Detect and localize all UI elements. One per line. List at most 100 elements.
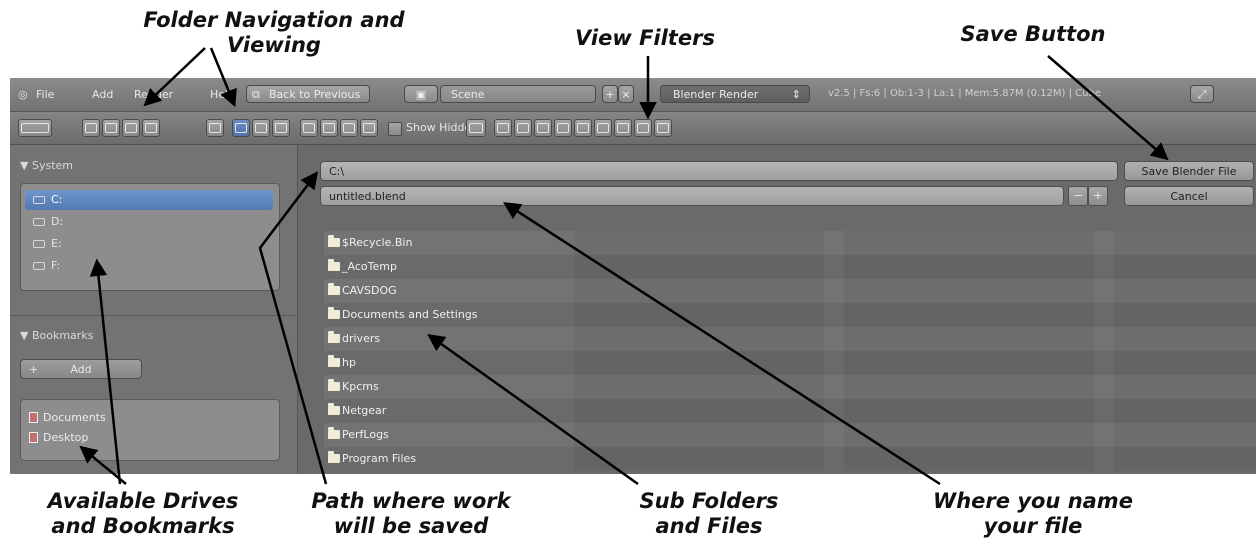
annotation-name-file: Where you name your file: [903, 489, 1163, 539]
sort-name-button[interactable]: [300, 119, 318, 137]
bookmark-item[interactable]: Desktop: [29, 428, 88, 448]
back-label: Back to Previous: [269, 88, 361, 101]
drive-item[interactable]: C:: [25, 190, 273, 210]
file-name: Kpcms: [342, 380, 379, 393]
bookmark-icon: [29, 432, 38, 443]
scene-type-button[interactable]: ▣: [404, 85, 438, 103]
display-list-button[interactable]: [232, 119, 250, 137]
annotation-line: and Bookmarks: [51, 514, 235, 538]
back-to-previous-button[interactable]: ⧉ Back to Previous: [246, 85, 370, 103]
nav-back-button[interactable]: [82, 119, 100, 137]
scene-name: Scene: [451, 88, 485, 101]
file-row[interactable]: drivers: [324, 327, 1256, 351]
decrement-filename-button[interactable]: −: [1068, 186, 1088, 206]
annotation-line: Sub Folders: [639, 489, 779, 513]
bookmark-item[interactable]: Documents: [29, 408, 106, 428]
nav-forward-button[interactable]: [102, 119, 120, 137]
filter-blend-button[interactable]: [514, 119, 532, 137]
annotation-line: Path where work: [311, 489, 511, 513]
editor-type-button[interactable]: [18, 119, 52, 137]
file-row[interactable]: Documents and Settings: [324, 303, 1256, 327]
annotation-line: and Files: [655, 514, 763, 538]
bookmarks-header[interactable]: ▼ Bookmarks: [20, 329, 93, 342]
filter-folders-button[interactable]: [494, 119, 512, 137]
file-row[interactable]: Kpcms: [324, 375, 1256, 399]
sort-size-button[interactable]: [360, 119, 378, 137]
cancel-button[interactable]: Cancel: [1124, 186, 1254, 206]
annotation-view-filters: View Filters: [545, 26, 745, 51]
show-hidden-checkbox[interactable]: [388, 122, 402, 136]
drive-item[interactable]: D:: [25, 212, 273, 232]
file-row[interactable]: PerfLogs: [324, 423, 1256, 447]
scene-add-button[interactable]: +: [602, 85, 618, 103]
annotation-save-button: Save Button: [918, 22, 1148, 47]
drive-label: D:: [51, 215, 64, 228]
annotation-line: your file: [983, 514, 1083, 538]
blender-icon[interactable]: ◎: [18, 88, 28, 101]
annotation-line: Save Button: [960, 22, 1106, 46]
filter-toggle-button[interactable]: [466, 119, 486, 137]
path-field[interactable]: C:\: [320, 161, 1118, 181]
refresh-button[interactable]: [142, 119, 160, 137]
back-icon: ⧉: [252, 88, 260, 101]
window-fullscreen-button[interactable]: ⤢: [1190, 85, 1214, 103]
drive-icon: [33, 240, 45, 248]
add-bookmark-button[interactable]: + Add: [20, 359, 142, 379]
filter-sounds-button[interactable]: [614, 119, 632, 137]
filter-movies-button[interactable]: [554, 119, 572, 137]
render-engine-select[interactable]: Blender Render ⇕: [660, 85, 810, 103]
menu-render[interactable]: Render: [134, 88, 173, 101]
save-blender-file-button[interactable]: Save Blender File: [1124, 161, 1254, 181]
display-details-button[interactable]: [252, 119, 270, 137]
drive-label: E:: [51, 237, 62, 250]
filter-other-button[interactable]: [654, 119, 672, 137]
header-bar: ◎ File Add Render Help ⧉ Back to Previou…: [10, 78, 1256, 112]
filter-fonts-button[interactable]: [594, 119, 612, 137]
drive-label: F:: [51, 259, 61, 272]
drive-item[interactable]: F:: [25, 256, 273, 276]
toolbar: Show Hidden: [10, 112, 1256, 145]
file-row[interactable]: _AcoTemp: [324, 255, 1256, 279]
file-row[interactable]: Program Files: [324, 447, 1256, 471]
filename-field[interactable]: untitled.blend: [320, 186, 1064, 206]
folder-icon: [328, 259, 340, 271]
increment-filename-button[interactable]: +: [1088, 186, 1108, 206]
folder-icon: [328, 451, 340, 463]
sort-ext-button[interactable]: [320, 119, 338, 137]
file-row[interactable]: $Recycle.Bin: [324, 231, 1256, 255]
file-row[interactable]: CAVSDOG: [324, 279, 1256, 303]
file-name: hp: [342, 356, 356, 369]
annotation-drives: Available Drives and Bookmarks: [18, 489, 268, 539]
add-icon: +: [29, 363, 39, 376]
file-name: $Recycle.Bin: [342, 236, 413, 249]
menu-add[interactable]: Add: [92, 88, 113, 101]
add-bookmark-label: Add: [70, 363, 92, 376]
filter-images-button[interactable]: [534, 119, 552, 137]
system-header[interactable]: ▼ System: [20, 159, 73, 172]
new-folder-button[interactable]: [206, 119, 224, 137]
nav-parent-button[interactable]: [122, 119, 140, 137]
folder-icon: [328, 235, 340, 247]
annotation-subfolders: Sub Folders and Files: [609, 489, 809, 539]
main-area: C:\ Save Blender File untitled.blend − +…: [298, 145, 1256, 474]
filter-scripts-button[interactable]: [574, 119, 592, 137]
menu-file[interactable]: File: [36, 88, 54, 101]
file-row[interactable]: hp: [324, 351, 1256, 375]
dropdown-icon: ⇕: [791, 88, 801, 101]
left-panel: ▼ System C: D: E: F: ▼ Bookmarks + Add D…: [10, 145, 298, 474]
folder-icon: [328, 427, 340, 439]
bookmark-list: Documents Desktop: [20, 399, 280, 461]
annotation-path: Path where work will be saved: [286, 489, 536, 539]
sort-time-button[interactable]: [340, 119, 358, 137]
annotation-line: Available Drives: [47, 489, 239, 513]
folder-icon: [328, 379, 340, 391]
bookmark-label: Desktop: [43, 431, 89, 444]
filter-text-button[interactable]: [634, 119, 652, 137]
menu-help[interactable]: Help: [210, 88, 235, 101]
drive-item[interactable]: E:: [25, 234, 273, 254]
file-name: Netgear: [342, 404, 387, 417]
scene-remove-button[interactable]: ×: [618, 85, 634, 103]
scene-field[interactable]: Scene: [440, 85, 596, 103]
display-thumbnails-button[interactable]: [272, 119, 290, 137]
file-row[interactable]: Netgear: [324, 399, 1256, 423]
